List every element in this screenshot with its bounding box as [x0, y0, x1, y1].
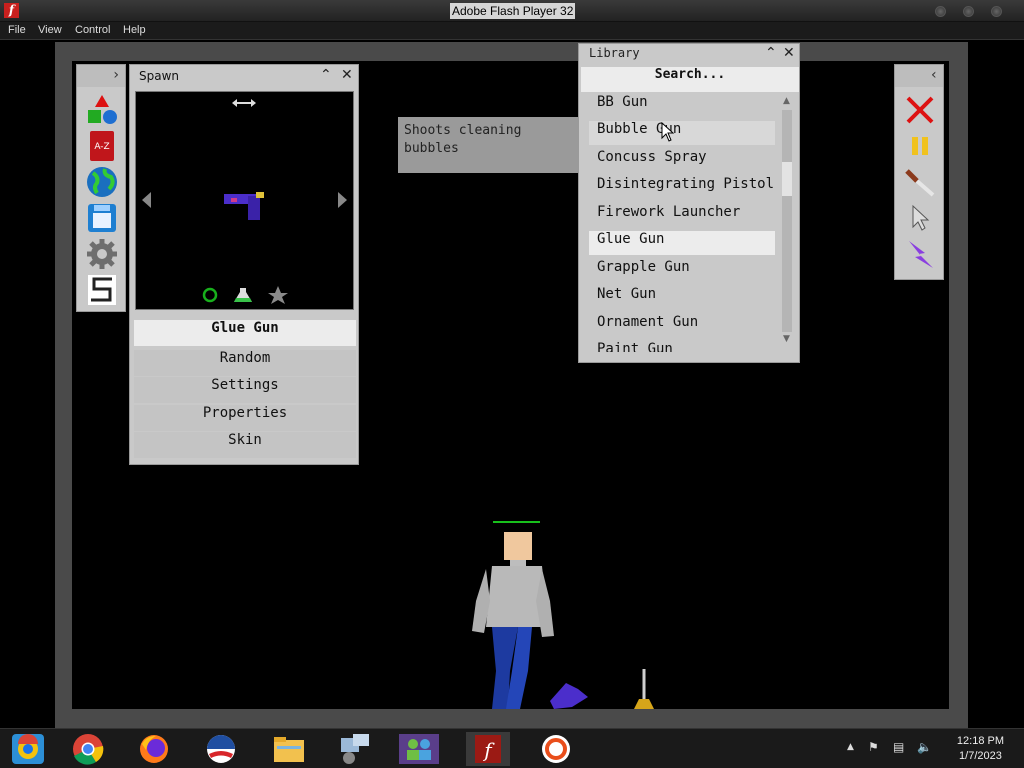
save-icon[interactable] [85, 201, 119, 235]
list-item[interactable]: Firework Launcher [589, 204, 775, 228]
tooltip-line-1: Shoots cleaning [404, 123, 522, 138]
dictionary-icon[interactable]: A-Z [85, 129, 119, 163]
tooltip-line-2: bubbles [404, 141, 459, 156]
spawn-panel-title: Spawn [139, 69, 180, 83]
left-toolbar: › A-Z [76, 64, 126, 312]
close-icon[interactable]: ✕ [783, 45, 795, 61]
taskbar: f ▲ ⚑ ▤ 🔈 12:18 PM 1/7/2023 [0, 728, 1024, 768]
obama-logo-icon[interactable] [199, 732, 243, 766]
menu-control[interactable]: Control [75, 24, 110, 36]
star-icon [268, 286, 288, 304]
list-item[interactable]: BB Gun [589, 94, 775, 118]
s-logo-icon[interactable] [85, 273, 119, 307]
random-button[interactable]: Random [134, 350, 356, 376]
settings-icon[interactable] [534, 732, 578, 766]
window-title: Adobe Flash Player 32 [450, 3, 576, 19]
clock-date: 1/7/2023 [959, 750, 1002, 762]
item-tooltip: Shoots cleaning bubbles [398, 117, 588, 173]
preview-scene [142, 99, 347, 304]
right-toolbar: ‹ [894, 64, 944, 280]
library-list[interactable]: BB Gun Bubble Gun Concuss Spray Disinteg… [585, 94, 775, 352]
properties-button[interactable]: Properties [134, 405, 356, 431]
left-toolbar-header: › [77, 65, 125, 87]
scroll-down-icon[interactable]: ▼ [783, 334, 790, 344]
globe-icon[interactable] [85, 165, 119, 199]
scroll-up-icon[interactable]: ▲ [783, 96, 790, 106]
maximize-button[interactable] [963, 6, 974, 17]
shapes-icon[interactable] [85, 93, 119, 127]
spawn-panel: Spawn ⌃ ✕ Glue Gun Random Settings Prope… [129, 64, 359, 465]
prev-arrow-icon [142, 192, 151, 208]
svg-text:A-Z: A-Z [94, 142, 109, 152]
flash-player-taskbar-button[interactable]: f [466, 732, 510, 766]
system-clock[interactable]: 12:18 PM 1/7/2023 [957, 734, 1004, 764]
scroll-track[interactable] [782, 110, 792, 332]
pause-icon[interactable] [903, 129, 937, 163]
list-item[interactable]: Grapple Gun [589, 259, 775, 283]
knife-icon[interactable] [903, 165, 937, 199]
list-item[interactable]: Disintegrating Pistol [589, 176, 775, 200]
list-item[interactable]: Ornament Gun [589, 314, 775, 338]
list-item[interactable]: Bubble Gun [589, 121, 775, 145]
menu-help[interactable]: Help [123, 24, 146, 36]
flash-player-icon: f [475, 735, 501, 763]
menubar: File View Control Help [0, 22, 1024, 40]
chevron-left-icon[interactable]: ‹ [931, 67, 937, 83]
menu-view[interactable]: View [38, 24, 62, 36]
chrome-like-icon[interactable] [6, 732, 50, 766]
skin-button[interactable]: Skin [134, 432, 356, 458]
library-scrollbar[interactable]: ▲ ▼ [780, 96, 794, 348]
network-admin-icon[interactable] [333, 732, 377, 766]
selected-item-name: Glue Gun [134, 320, 356, 346]
next-arrow-icon [338, 192, 347, 208]
list-item[interactable]: Paint Gun [589, 341, 775, 352]
collapse-icon[interactable]: ⌃ [765, 45, 777, 61]
file-explorer-icon[interactable] [267, 732, 311, 766]
delete-x-icon[interactable] [903, 93, 937, 127]
close-window-button[interactable] [991, 6, 1002, 17]
ragdoll-neck [510, 560, 526, 566]
window-titlebar: f Adobe Flash Player 32 [0, 0, 1024, 22]
volume-icon[interactable]: 🔈 [917, 740, 932, 754]
firework-base [634, 699, 654, 709]
list-item[interactable]: Net Gun [589, 286, 775, 310]
ragdoll-head[interactable] [504, 532, 532, 560]
spawn-preview[interactable] [135, 91, 354, 310]
settings-button[interactable]: Settings [134, 377, 356, 403]
lightning-icon[interactable] [903, 237, 937, 271]
people-icon[interactable] [397, 732, 441, 766]
glue-gun-spawned[interactable] [550, 683, 588, 709]
flip-arrow-icon [232, 99, 256, 107]
action-center-flag-icon[interactable]: ⚑ [868, 740, 879, 754]
library-search-input[interactable]: Search... [581, 67, 799, 92]
mouse-cursor-icon [661, 122, 675, 142]
glue-gun-preview-icon [224, 192, 264, 220]
chevron-right-icon[interactable]: › [113, 67, 119, 83]
pointer-icon[interactable] [903, 201, 937, 235]
scroll-thumb[interactable] [782, 162, 792, 196]
flask-icon [234, 288, 252, 302]
library-title: Library [589, 46, 640, 60]
firefox-icon[interactable] [132, 732, 176, 766]
flash-app-icon: f [4, 3, 19, 18]
power-toggle-icon [202, 287, 218, 303]
network-icon[interactable]: ▤ [893, 740, 904, 754]
clock-time: 12:18 PM [956, 735, 1004, 747]
right-toolbar-header: ‹ [895, 65, 943, 87]
library-panel: Library ⌃ ✕ Search... BB Gun Bubble Gun … [578, 43, 800, 363]
show-hidden-icons-icon[interactable]: ▲ [847, 742, 854, 752]
list-item-selected[interactable]: Glue Gun [589, 231, 775, 255]
settings-gear-icon[interactable] [85, 237, 119, 271]
collapse-icon[interactable]: ⌃ [320, 67, 332, 83]
chrome-icon[interactable] [66, 732, 110, 766]
minimize-button[interactable] [935, 6, 946, 17]
list-item[interactable]: Concuss Spray [589, 149, 775, 173]
close-icon[interactable]: ✕ [341, 67, 353, 83]
menu-file[interactable]: File [8, 24, 26, 36]
